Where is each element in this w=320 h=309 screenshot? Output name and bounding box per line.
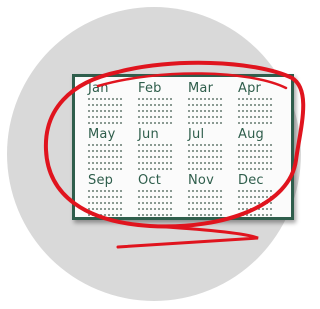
month-days xyxy=(138,190,172,216)
calendar-card: Jan Feb Mar Apr May Jun Jul Aug Sep Oct … xyxy=(72,74,294,220)
month-jul: Jul xyxy=(188,127,238,173)
month-days xyxy=(88,190,122,216)
month-days xyxy=(88,144,122,170)
month-name: Jan xyxy=(88,81,109,96)
month-grid: Jan Feb Mar Apr May Jun Jul Aug Sep Oct … xyxy=(88,81,293,219)
month-name: Oct xyxy=(138,173,162,188)
month-dec: Dec xyxy=(238,173,288,219)
month-feb: Feb xyxy=(138,81,188,127)
month-name: Mar xyxy=(188,81,214,96)
month-days xyxy=(188,98,222,124)
month-name: Jul xyxy=(188,127,205,142)
month-sep: Sep xyxy=(88,173,138,219)
month-days xyxy=(88,98,122,124)
month-name: May xyxy=(88,127,116,142)
month-nov: Nov xyxy=(188,173,238,219)
month-name: Sep xyxy=(88,173,114,188)
month-mar: Mar xyxy=(188,81,238,127)
month-name: Jun xyxy=(138,127,159,142)
month-aug: Aug xyxy=(238,127,288,173)
month-days xyxy=(138,144,172,170)
month-jan: Jan xyxy=(88,81,138,127)
month-name: Feb xyxy=(138,81,162,96)
month-days xyxy=(238,144,272,170)
month-may: May xyxy=(88,127,138,173)
month-jun: Jun xyxy=(138,127,188,173)
month-days xyxy=(238,190,272,216)
month-name: Dec xyxy=(238,173,264,188)
month-name: Aug xyxy=(238,127,264,142)
month-oct: Oct xyxy=(138,173,188,219)
month-name: Apr xyxy=(238,81,262,96)
month-apr: Apr xyxy=(238,81,288,127)
month-days xyxy=(188,190,222,216)
month-days xyxy=(138,98,172,124)
month-name: Nov xyxy=(188,173,214,188)
month-days xyxy=(238,98,272,124)
month-days xyxy=(188,144,222,170)
